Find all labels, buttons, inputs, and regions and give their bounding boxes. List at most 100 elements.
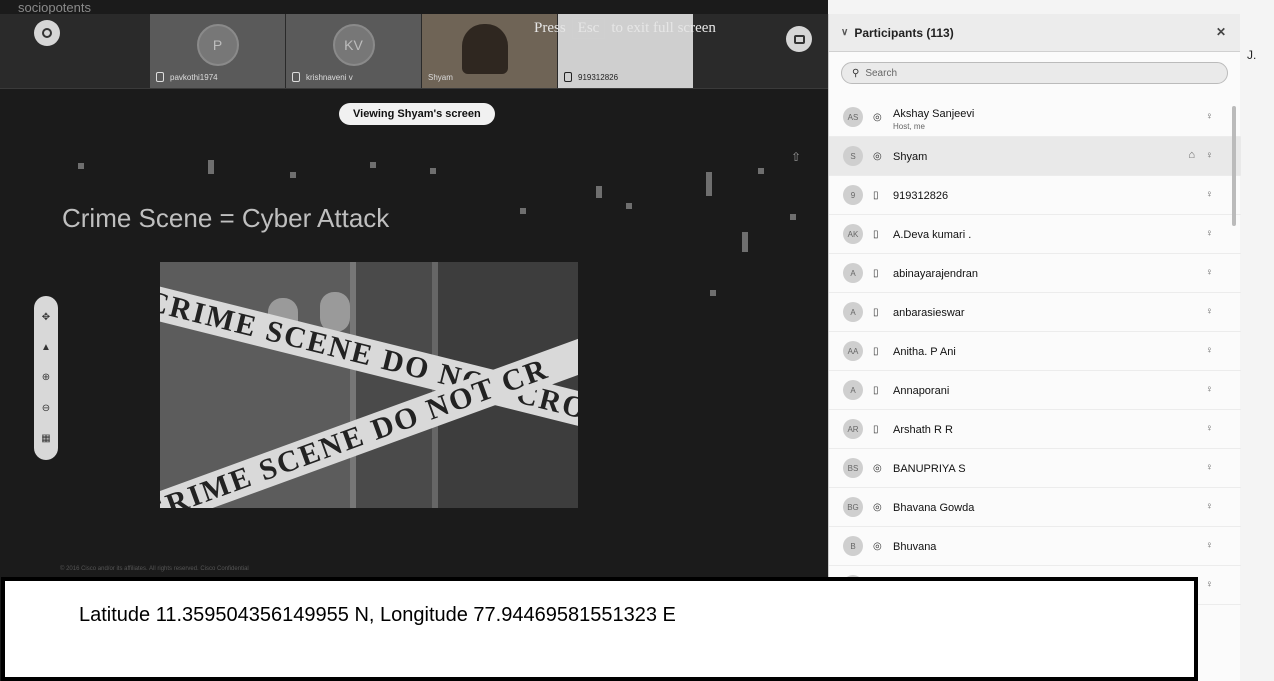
participant-row[interactable]: AK ▯ A.Deva kumari . ♀ [829, 215, 1241, 254]
video-tile[interactable]: KV krishnaveni v [286, 14, 422, 88]
participant-info: BANUPRIYA S [893, 459, 966, 477]
slide-footer: © 2016 Cisco and/or its affiliates. All … [60, 566, 249, 572]
avatar: B [843, 536, 863, 556]
participant-row[interactable]: A ▯ Annaporani ♀ [829, 371, 1241, 410]
participant-row[interactable]: S ◎ Shyam ⌂ ♀ [829, 137, 1241, 176]
scrollbar[interactable] [1232, 106, 1236, 226]
phone-icon [156, 72, 164, 82]
app-name: sociopotents [18, 0, 91, 15]
participant-info: Shyam [893, 147, 927, 165]
participant-role: Host, me [893, 121, 926, 131]
notice-suffix: to exit full screen [611, 20, 716, 36]
participant-row[interactable]: BS ◎ BANUPRIYA S ♀ [829, 449, 1241, 488]
mic-muted-icon[interactable]: ♀ [1206, 384, 1214, 395]
avatar: BS [843, 458, 863, 478]
participants-title: Participants (113) [854, 25, 954, 40]
pan-tool-icon[interactable]: ✥ [42, 312, 50, 323]
participant-name: Shyam [893, 151, 928, 163]
phone-icon [564, 72, 572, 82]
esc-key: Esc [571, 18, 606, 39]
participant-row[interactable]: A ▯ anbarasieswar ♀ [829, 293, 1241, 332]
participant-row[interactable]: BG ◎ Bhavana Gowda ♀ [829, 488, 1241, 527]
decor-square [790, 214, 796, 220]
phone-icon: ▯ [873, 228, 879, 240]
participant-info: 919312826 [893, 186, 948, 204]
participant-row[interactable]: B ◎ Bhuvana ♀ [829, 527, 1241, 566]
decor-square [596, 186, 602, 198]
avatar: 9 [843, 185, 863, 205]
participant-info: Bhavana Gowda [893, 498, 974, 516]
participant-name: Annaporani [893, 385, 950, 397]
location-caption-box: Latitude 11.359504356149955 N, Longitude… [1, 577, 1198, 681]
participant-info: A.Deva kumari . [893, 225, 971, 243]
participant-name: BANUPRIYA S [893, 463, 966, 475]
chevron-down-icon[interactable]: ∨ [841, 27, 848, 38]
phone-icon: ▯ [873, 306, 879, 318]
mic-muted-icon[interactable]: ♀ [1206, 111, 1214, 122]
mic-muted-icon[interactable]: ♀ [1206, 540, 1214, 551]
share-icon[interactable]: ⌂ [1188, 149, 1195, 161]
close-icon[interactable]: ✕ [1216, 25, 1226, 39]
mic-muted-icon[interactable]: ♀ [1206, 228, 1214, 239]
search-placeholder: Search [865, 67, 898, 79]
tile-caption: Shyam [428, 73, 453, 82]
participant-row[interactable]: AS ◎ Akshay Sanjeevi Host, me ♀ [829, 98, 1241, 137]
phone-icon: ▯ [873, 267, 879, 279]
decor-square [758, 168, 764, 174]
pin-icon[interactable]: ▲ [41, 342, 51, 353]
phone-icon [292, 72, 300, 82]
decor-square [710, 290, 716, 296]
participant-name: Arshath R R [893, 424, 953, 436]
avatar: A [843, 302, 863, 322]
participant-name: A.Deva kumari . [893, 229, 972, 241]
avatar: P [196, 24, 239, 66]
participant-row[interactable]: AR ▯ Arshath R R ♀ [829, 410, 1241, 449]
participants-header: ∨ Participants (113) ✕ [829, 14, 1240, 52]
participant-row[interactable]: 9 ▯ 919312826 ♀ [829, 176, 1241, 215]
layout-button[interactable] [786, 26, 812, 52]
mic-muted-icon[interactable]: ♀ [1206, 267, 1214, 278]
mic-muted-icon[interactable]: ♀ [1206, 150, 1214, 161]
participant-info: Annaporani [893, 381, 949, 399]
participant-info: Arshath R R [893, 420, 953, 438]
decor-square [370, 162, 376, 168]
participant-row[interactable]: A ▯ abinayarajendran ♀ [829, 254, 1241, 293]
settings-button[interactable] [34, 20, 60, 46]
participant-info: abinayarajendran [893, 264, 978, 282]
participant-row[interactable]: AA ▯ Anitha. P Ani ♀ [829, 332, 1241, 371]
participant-name: abinayarajendran [893, 268, 979, 280]
computer-audio-icon: ◎ [873, 150, 882, 162]
settings-icon [42, 28, 52, 38]
zoom-out-icon[interactable]: ⊖ [42, 403, 50, 414]
avatar: AA [843, 341, 863, 361]
phone-icon: ▯ [873, 345, 879, 357]
mic-muted-icon[interactable]: ♀ [1206, 345, 1214, 356]
participant-name: 919312826 [893, 190, 949, 202]
fit-icon[interactable]: ▦ [41, 433, 50, 444]
mic-muted-icon[interactable]: ♀ [1206, 189, 1214, 200]
decor-square [208, 160, 214, 174]
participant-info: Akshay Sanjeevi Host, me [893, 104, 974, 131]
computer-audio-icon: ◎ [873, 462, 882, 474]
participant-search[interactable]: ⚲ Search [841, 62, 1228, 84]
participant-list: AS ◎ Akshay Sanjeevi Host, me ♀ S ◎ Shyam ⌂ ♀ 9 ▯ 91… [829, 98, 1241, 605]
decor-square [78, 163, 84, 169]
mic-muted-icon[interactable]: ♀ [1206, 306, 1214, 317]
fullscreen-notice: Press Esc to exit full screen [534, 18, 716, 39]
decor-square [742, 232, 748, 252]
participant-name: anbarasieswar [893, 307, 965, 319]
mic-muted-icon[interactable]: ♀ [1206, 423, 1214, 434]
mic-muted-icon[interactable]: ♀ [1206, 501, 1214, 512]
tile-caption: pavkothi1974 [170, 72, 218, 82]
video-tile[interactable]: P pavkothi1974 [150, 14, 286, 88]
computer-audio-icon: ◎ [873, 111, 882, 123]
computer-audio-icon: ◎ [873, 540, 882, 552]
mic-muted-icon[interactable]: ♀ [1206, 579, 1214, 590]
mic-muted-icon[interactable]: ♀ [1206, 462, 1214, 473]
avatar: BG [843, 497, 863, 517]
zoom-in-icon[interactable]: ⊕ [42, 372, 50, 383]
avatar: S [843, 146, 863, 166]
hand-shape [320, 292, 350, 332]
viewing-label: Viewing Shyam's screen [339, 103, 495, 125]
avatar: A [843, 263, 863, 283]
